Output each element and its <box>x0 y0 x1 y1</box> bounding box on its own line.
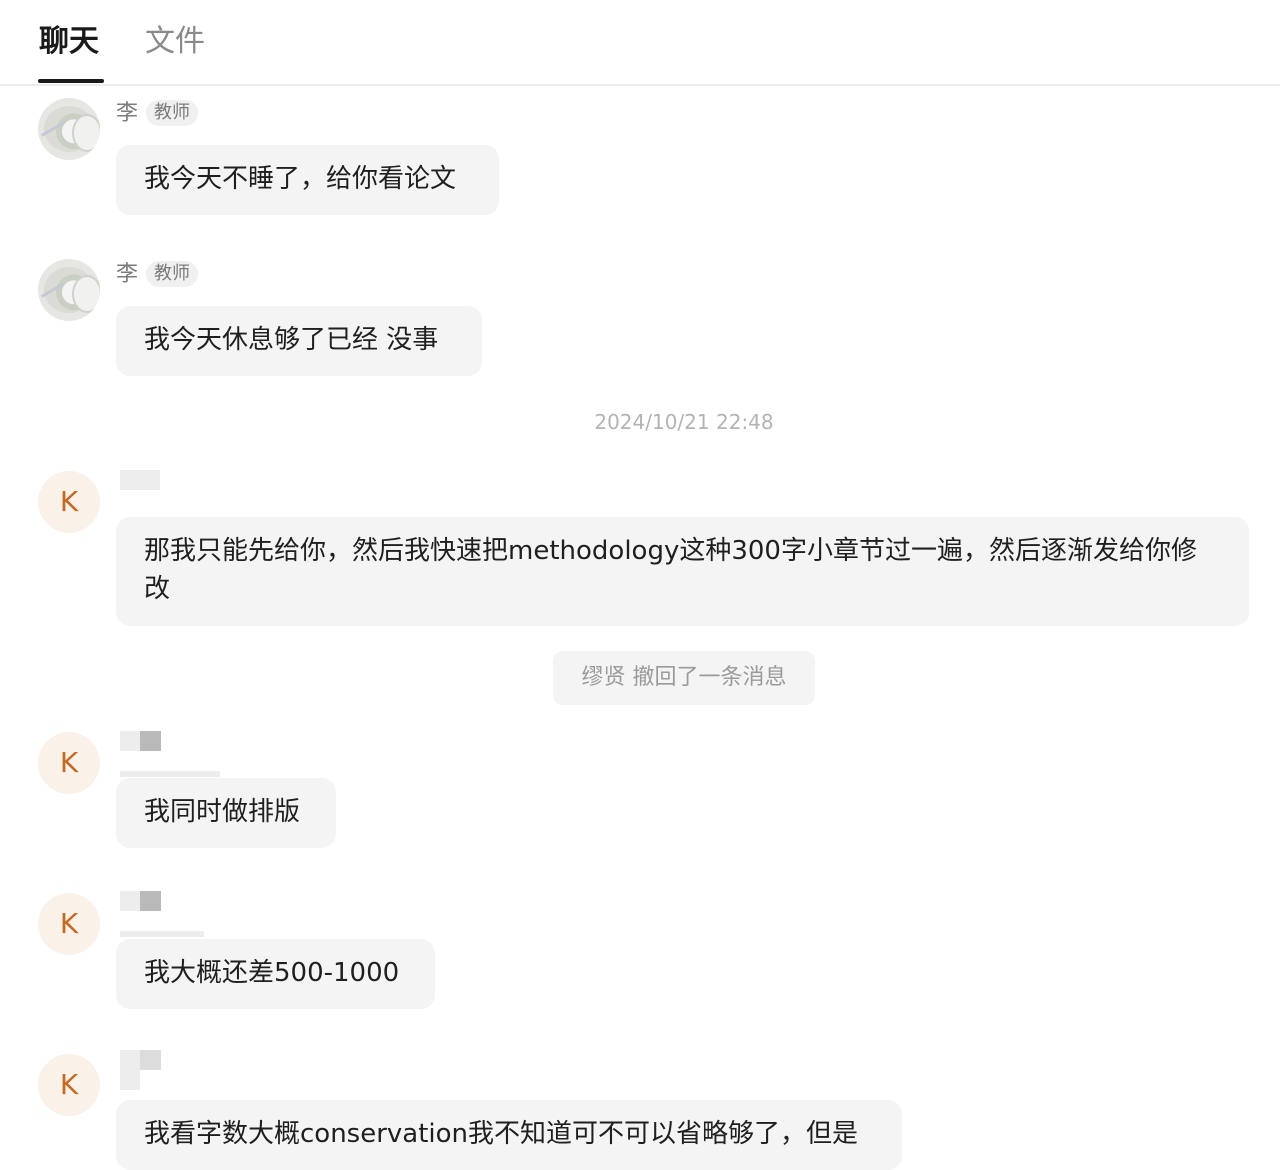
avatar[interactable] <box>38 98 100 160</box>
redacted-line <box>120 931 204 937</box>
message-bubble[interactable]: 我大概还差500-1000 <box>116 939 435 1009</box>
recall-notice: 缪贤 撤回了一条消息 <box>553 651 815 705</box>
redacted-sender-name <box>120 731 140 751</box>
redacted-sender-name <box>120 470 160 490</box>
redacted-sender-name <box>140 891 161 911</box>
message-bubble[interactable]: 我今天不睡了，给你看论文 <box>116 145 499 215</box>
redacted-sender-name <box>140 731 161 751</box>
avatar[interactable]: K <box>38 732 100 794</box>
active-tab-indicator <box>38 79 104 83</box>
tab-chat[interactable]: 聊天 <box>39 22 99 62</box>
message-bubble[interactable]: 那我只能先给你，然后我快速把methodology这种300字小章节过一遍，然后… <box>116 517 1249 626</box>
role-badge: 教师 <box>146 100 198 126</box>
sender-name: 李 <box>116 262 139 287</box>
avatar[interactable] <box>38 259 100 321</box>
tab-bar: 聊天 文件 <box>0 0 1280 86</box>
sender-name: 李 <box>116 101 139 126</box>
avatar[interactable]: K <box>38 471 100 533</box>
timestamp: 2024/10/21 22:48 <box>594 410 774 434</box>
redacted-sender-name <box>120 891 140 911</box>
redacted-sender-name <box>120 1050 140 1090</box>
redacted-sender-name <box>140 1050 161 1070</box>
tab-files[interactable]: 文件 <box>145 22 205 62</box>
role-badge: 教师 <box>146 261 198 287</box>
avatar[interactable]: K <box>38 893 100 955</box>
message-bubble[interactable]: 我今天休息够了已经 没事 <box>116 306 482 376</box>
avatar[interactable]: K <box>38 1054 100 1116</box>
message-bubble[interactable]: 我同时做排版 <box>116 778 336 848</box>
redacted-line <box>120 771 220 777</box>
